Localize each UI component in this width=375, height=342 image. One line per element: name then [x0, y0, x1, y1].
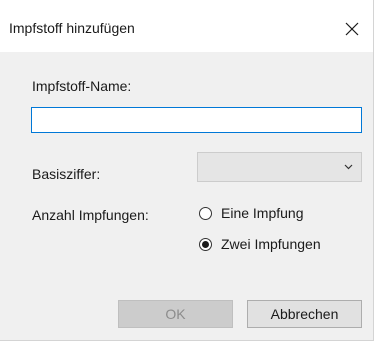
basis-number-label: Basisziffer:: [32, 166, 101, 182]
radio-one-vaccination-label: Eine Impfung: [221, 205, 304, 221]
cancel-button[interactable]: Abbrechen: [247, 300, 362, 328]
add-vaccine-dialog: Impfstoff hinzufügen Impfstoff-Name: Bas…: [0, 0, 374, 341]
close-icon: [345, 22, 359, 36]
vaccination-count-label: Anzahl Impfungen:: [32, 207, 149, 223]
dialog-title: Impfstoff hinzufügen: [9, 20, 135, 36]
radio-button-icon: [199, 206, 212, 220]
title-bar: Impfstoff hinzufügen: [0, 0, 373, 52]
vaccine-name-input[interactable]: [31, 107, 362, 133]
radio-two-vaccinations[interactable]: Zwei Impfungen: [199, 236, 321, 252]
chevron-down-icon: [344, 164, 353, 170]
vaccine-name-label: Impfstoff-Name:: [32, 78, 132, 94]
close-button[interactable]: [331, 12, 373, 46]
basis-number-dropdown[interactable]: [197, 152, 362, 182]
ok-button[interactable]: OK: [118, 300, 233, 328]
radio-two-vaccinations-label: Zwei Impfungen: [221, 236, 321, 252]
radio-one-vaccination[interactable]: Eine Impfung: [199, 205, 304, 221]
radio-button-selected-icon: [199, 237, 212, 251]
